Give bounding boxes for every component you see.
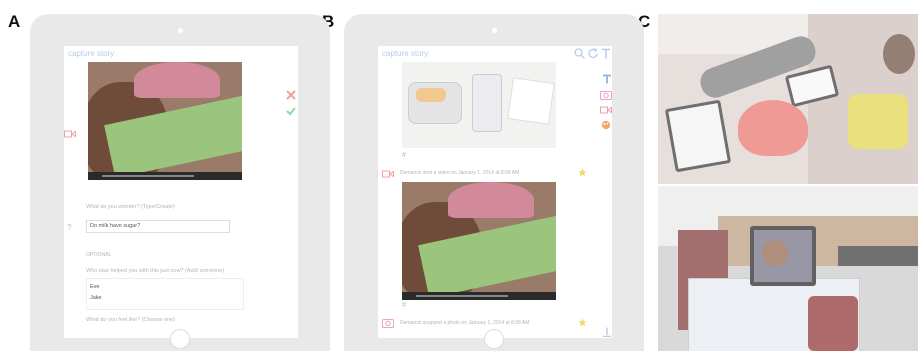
app-title: capture story <box>382 49 429 58</box>
home-button[interactable] <box>170 329 190 349</box>
hashtag-1: # <box>402 152 406 159</box>
red-cap <box>448 182 534 218</box>
camera-icon[interactable] <box>600 90 612 100</box>
food <box>416 88 446 102</box>
tablet-camera <box>492 28 497 33</box>
download-icon[interactable] <box>602 327 612 337</box>
tablet-camera <box>178 28 183 33</box>
home-button[interactable] <box>484 329 504 349</box>
screen-a: capture story What do you wonder? (Type/… <box>64 46 298 338</box>
hashtag-2: # <box>402 302 406 309</box>
panel-label-a: A <box>8 12 21 31</box>
check-icon[interactable] <box>286 106 296 116</box>
desk-photo[interactable] <box>402 62 556 148</box>
video-icon[interactable] <box>600 106 612 114</box>
star-icon[interactable] <box>578 318 587 327</box>
question-wonder: What do you wonder? (Type/Create) <box>86 204 175 210</box>
red-cap <box>134 62 220 98</box>
tablet-b: capture story # Demarcio shot a video on… <box>344 14 644 351</box>
star-icon[interactable] <box>578 168 587 177</box>
answer-field[interactable]: Do milk have sugar? <box>86 220 230 233</box>
paper <box>507 77 555 125</box>
video-camera-icon <box>64 130 76 138</box>
video-controls[interactable] <box>88 172 242 180</box>
palette-icon[interactable] <box>601 120 611 130</box>
close-icon[interactable] <box>286 90 296 100</box>
post-meta-2: Demarcio snapped a photo on January 1, 2… <box>400 320 530 326</box>
video-controls[interactable] <box>402 292 556 300</box>
search-icon[interactable] <box>574 48 585 59</box>
video-thumbnail[interactable] <box>402 182 556 300</box>
text-tool-icon[interactable] <box>602 74 612 84</box>
app-title: capture story <box>68 49 115 58</box>
screen-b: capture story # Demarcio shot a video on… <box>378 46 612 338</box>
photo-tablet-on-table <box>658 186 918 351</box>
video-thumbnail[interactable] <box>88 62 242 180</box>
refresh-icon[interactable] <box>588 48 599 59</box>
helper-option-2[interactable]: Jake <box>90 295 240 301</box>
question-helpers: Who else helped you with this just now? … <box>86 268 225 274</box>
svg-text:?: ? <box>67 223 72 232</box>
photo-post-icon <box>382 319 394 328</box>
photo-kids-with-tablets <box>658 14 918 184</box>
video-post-icon <box>382 170 394 178</box>
question-icon: ? <box>67 223 72 232</box>
post-meta-1: Demarcio shot a video on January 1, 2014… <box>400 170 520 176</box>
helper-option-1[interactable]: Eve <box>90 284 240 290</box>
bottle <box>472 74 502 132</box>
tablet-a: capture story What do you wonder? (Type/… <box>30 14 330 351</box>
text-icon[interactable] <box>601 48 611 59</box>
question-feel: What do you feel like? (Choose one) <box>86 317 175 323</box>
helpers-list: Eve Jake <box>86 278 244 310</box>
optional-label: OPTIONAL <box>86 252 112 258</box>
